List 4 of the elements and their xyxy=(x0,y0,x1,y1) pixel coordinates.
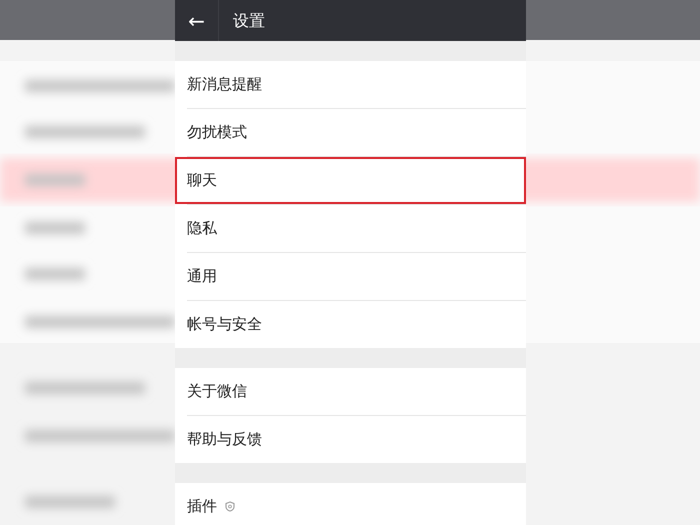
settings-item[interactable]: 聊天 xyxy=(175,157,526,204)
shield-icon xyxy=(225,501,235,512)
back-button[interactable]: ← xyxy=(175,0,219,41)
screen-title: 设置 xyxy=(232,10,265,32)
